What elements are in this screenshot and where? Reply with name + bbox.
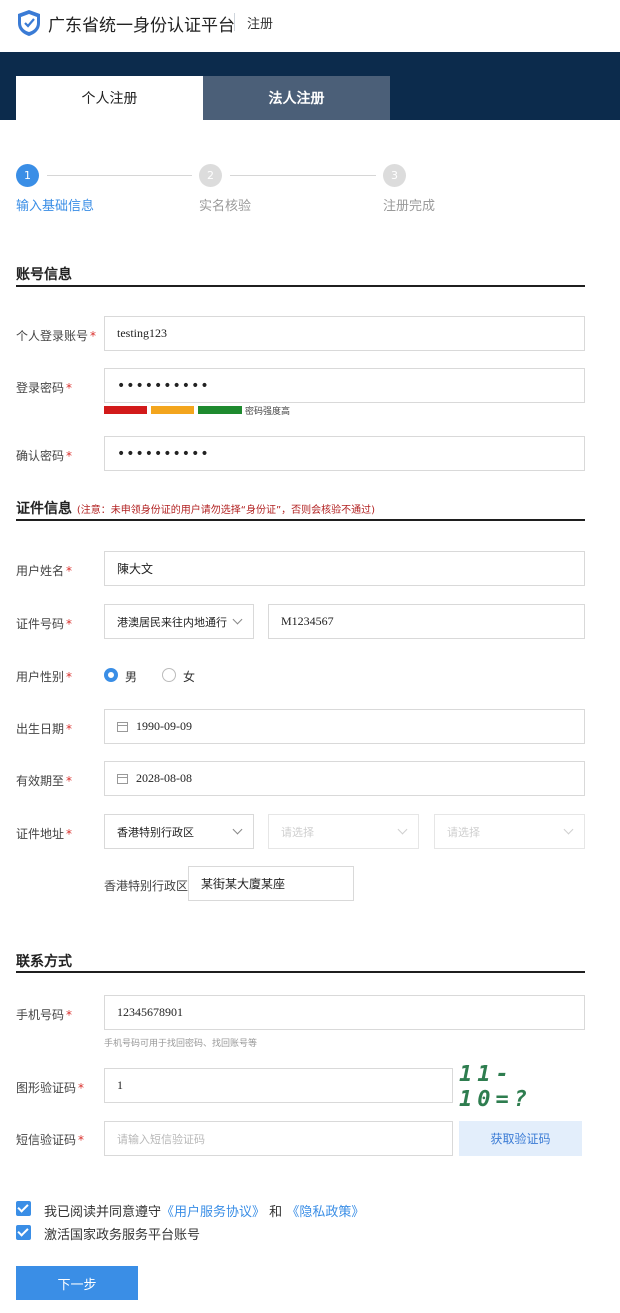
step-2-circle: 2 bbox=[199, 164, 222, 187]
step-connector bbox=[230, 175, 376, 176]
login-account-input[interactable]: testing123 bbox=[104, 316, 585, 351]
top-header: 广东省统一身份认证平台 注册 bbox=[0, 0, 620, 52]
city-select[interactable]: 请选择 bbox=[268, 814, 419, 849]
agree-checkbox[interactable] bbox=[16, 1201, 31, 1216]
chevron-down-icon bbox=[232, 824, 243, 835]
get-sms-code-button[interactable]: 获取验证码 bbox=[459, 1121, 582, 1156]
gender-male-radio[interactable] bbox=[104, 668, 118, 682]
district-select[interactable]: 请选择 bbox=[434, 814, 585, 849]
expiry-date-input[interactable]: 2028-08-08 bbox=[104, 761, 585, 796]
section-title-certificate: 证件信息 (注意：未申领身份证的用户请勿选择“身份证”，否则会核验不通过) bbox=[16, 501, 376, 517]
section-rule bbox=[16, 285, 585, 287]
section-title-account: 账号信息 bbox=[16, 267, 72, 283]
calendar-icon bbox=[117, 721, 128, 732]
name-input[interactable]: 陳大文 bbox=[104, 551, 585, 586]
section-rule bbox=[16, 971, 585, 973]
phone-hint: 手机号码可用于找回密码、找回账号等 bbox=[104, 1039, 258, 1049]
section-title-contact: 联系方式 bbox=[16, 954, 72, 970]
password-label: 登录密码 * bbox=[16, 381, 73, 395]
chevron-down-icon bbox=[397, 824, 408, 835]
birth-date-input[interactable]: 1990-09-09 bbox=[104, 709, 585, 744]
birth-date-label: 出生日期 * bbox=[16, 722, 73, 736]
login-account-label: 个人登录账号 * bbox=[16, 329, 97, 343]
sms-code-label: 短信验证码 * bbox=[16, 1133, 85, 1147]
privacy-policy-link[interactable]: 《隐私政策》 bbox=[286, 1205, 364, 1220]
tab-legal-register[interactable]: 法人注册 bbox=[203, 76, 390, 120]
step-1-label: 输入基础信息 bbox=[16, 199, 95, 214]
address-detail-input[interactable]: 某街某大廈某座 bbox=[188, 866, 354, 901]
gender-female-label: 女 bbox=[183, 670, 196, 684]
password-input[interactable]: •••••••••• bbox=[104, 368, 585, 403]
step-2-label: 实名核验 bbox=[199, 199, 252, 214]
gender-male-label: 男 bbox=[125, 670, 138, 684]
name-label: 用户姓名 * bbox=[16, 564, 73, 578]
address-prefix: 香港特别行政区 bbox=[104, 879, 189, 893]
id-number-label: 证件号码 * bbox=[16, 617, 73, 631]
strength-bar-strong bbox=[198, 406, 242, 414]
page-title: 注册 bbox=[247, 17, 274, 32]
calendar-icon bbox=[117, 773, 128, 784]
expiry-date-label: 有效期至 * bbox=[16, 774, 73, 788]
step-3-circle: 3 bbox=[383, 164, 406, 187]
password-strength-text: 密码强度高 bbox=[245, 407, 291, 417]
strength-bar-medium bbox=[151, 406, 194, 414]
confirm-password-label: 确认密码 * bbox=[16, 449, 73, 463]
gender-female-radio[interactable] bbox=[162, 668, 176, 682]
sms-code-input[interactable]: 请输入短信验证码 bbox=[104, 1121, 453, 1156]
user-agreement-link[interactable]: 《用户服务协议》 bbox=[161, 1205, 265, 1220]
address-label: 证件地址 * bbox=[16, 827, 73, 841]
phone-input[interactable]: 12345678901 bbox=[104, 995, 585, 1030]
phone-label: 手机号码 * bbox=[16, 1008, 73, 1022]
next-step-button[interactable]: 下一步 bbox=[16, 1266, 138, 1300]
id-type-select[interactable]: 港澳居民来往内地通行证 bbox=[104, 604, 254, 639]
agreement-text: 我已阅读并同意遵守《用户服务协议》 和 《隐私政策》 bbox=[44, 1205, 365, 1220]
site-title: 广东省统一身份认证平台 bbox=[48, 16, 235, 36]
certificate-note: (注意：未申领身份证的用户请勿选择“身份证”，否则会核验不通过) bbox=[76, 505, 376, 516]
gender-label: 用户性别 * bbox=[16, 670, 73, 684]
step-1-circle: 1 bbox=[16, 164, 39, 187]
captcha-input[interactable]: 1 bbox=[104, 1068, 453, 1103]
captcha-label: 图形验证码 * bbox=[16, 1081, 85, 1095]
step-3-label: 注册完成 bbox=[383, 199, 436, 214]
title-divider bbox=[234, 13, 235, 31]
id-number-input[interactable]: M1234567 bbox=[268, 604, 585, 639]
tab-personal-register[interactable]: 个人注册 bbox=[16, 76, 203, 120]
activate-checkbox[interactable] bbox=[16, 1225, 31, 1240]
activate-text: 激活国家政务服务平台账号 bbox=[44, 1228, 201, 1243]
section-rule bbox=[16, 519, 585, 521]
region-select[interactable]: 香港特别行政区 bbox=[104, 814, 254, 849]
chevron-down-icon bbox=[563, 824, 574, 835]
confirm-password-input[interactable]: •••••••••• bbox=[104, 436, 585, 471]
step-connector bbox=[47, 175, 192, 176]
captcha-image[interactable]: 11-10=? bbox=[459, 1062, 581, 1112]
chevron-down-icon bbox=[232, 614, 243, 625]
shield-logo-icon bbox=[18, 10, 40, 36]
strength-bar-weak bbox=[104, 406, 147, 414]
